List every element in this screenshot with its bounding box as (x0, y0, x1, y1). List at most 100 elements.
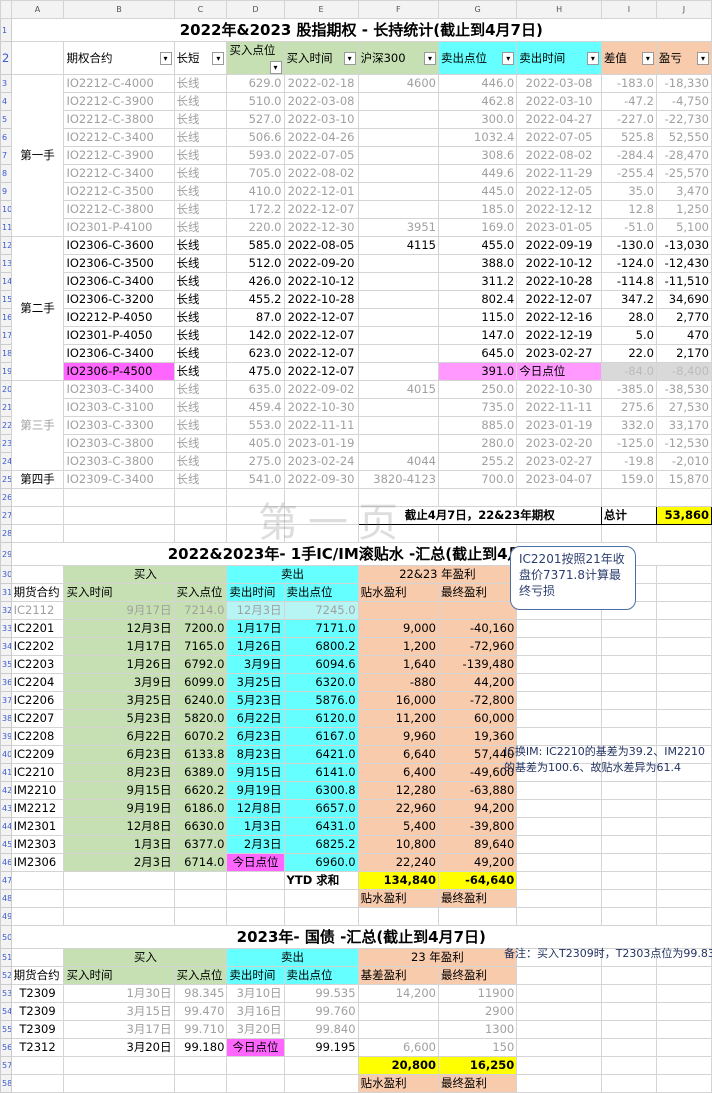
options-cell[interactable]: 527.0 (226, 110, 285, 129)
bond-sum-basis[interactable]: 20,800 (357, 1056, 439, 1075)
empty-cell[interactable] (600, 1056, 657, 1075)
column-header[interactable]: I (600, 0, 657, 19)
row-number[interactable]: 26 (0, 488, 12, 507)
options-cell[interactable]: 2023-04-07 (516, 470, 602, 489)
options-cell[interactable] (357, 164, 439, 183)
futures-cell[interactable]: 6300.8 (283, 781, 359, 800)
row-number[interactable]: 58 (0, 1074, 12, 1093)
empty-cell[interactable] (173, 871, 228, 890)
futures-cell[interactable]: 1月3日 (63, 835, 175, 854)
empty-cell[interactable] (600, 673, 657, 692)
row-number[interactable]: 23 (0, 434, 12, 453)
options-cell[interactable]: IO2303-C-3800 (63, 452, 175, 471)
options-cell[interactable]: 今日点位 (516, 362, 602, 381)
options-cell[interactable] (357, 308, 439, 327)
options-cell[interactable]: 2022-10-12 (283, 272, 359, 291)
row-number[interactable]: 27 (0, 506, 12, 525)
row-number[interactable]: 45 (0, 835, 12, 854)
futures-cell[interactable]: 22,960 (357, 799, 439, 818)
row-number[interactable]: 13 (0, 254, 12, 273)
futures-cell[interactable]: IM2212 (10, 799, 65, 818)
options-cell[interactable]: -11,510 (655, 272, 712, 291)
futures-cell[interactable]: 9,000 (357, 619, 439, 638)
options-cell[interactable]: 长线 (173, 236, 228, 255)
futures-cell[interactable]: 5月23日 (63, 709, 175, 728)
empty-cell[interactable] (655, 488, 712, 507)
futures-cell[interactable]: IC2112 (10, 601, 65, 620)
row-number[interactable]: 32 (0, 601, 12, 620)
empty-cell[interactable] (655, 817, 712, 836)
column-header[interactable]: B (63, 0, 175, 19)
futures-cell[interactable]: 6320.0 (283, 673, 359, 692)
options-cell[interactable]: 2022-10-30 (516, 380, 602, 399)
options-cell[interactable]: 1,250 (655, 200, 712, 219)
empty-cell[interactable] (173, 488, 228, 507)
options-header[interactable]: 沪深300 ▾ (357, 41, 439, 75)
options-cell[interactable]: 长线 (173, 182, 228, 201)
empty-cell[interactable] (283, 907, 359, 926)
bonds-group-buy[interactable]: 买入 (63, 948, 228, 967)
options-cell[interactable]: 2022-08-02 (516, 146, 602, 165)
options-cell[interactable]: 52,550 (655, 128, 712, 147)
options-cell[interactable]: 462.8 (437, 92, 518, 111)
bonds-header[interactable]: 买入时间 (63, 966, 175, 985)
options-cell[interactable]: 22.0 (600, 344, 657, 363)
empty-cell[interactable] (516, 966, 602, 985)
empty-cell[interactable] (173, 1056, 228, 1075)
empty-cell[interactable] (63, 488, 175, 507)
options-cell[interactable]: 2022-10-28 (516, 272, 602, 291)
bonds-cell[interactable]: 6,600 (357, 1038, 439, 1057)
options-cell[interactable]: 405.0 (226, 434, 285, 453)
empty-cell[interactable] (516, 709, 602, 728)
futures-cell[interactable]: -39,800 (437, 817, 518, 836)
options-cell[interactable]: 2023-02-24 (283, 452, 359, 471)
options-cell[interactable] (357, 416, 439, 435)
row-number[interactable]: 40 (0, 745, 12, 764)
options-cell[interactable]: 585.0 (226, 236, 285, 255)
row-number[interactable]: 5 (0, 110, 12, 129)
empty-cell[interactable] (655, 691, 712, 710)
empty-cell[interactable] (655, 637, 712, 656)
row-number[interactable]: 2 (0, 41, 12, 75)
futures-cell[interactable]: 3月25日 (226, 673, 285, 692)
futures-cell[interactable]: 7245.0 (283, 601, 359, 620)
options-cell[interactable]: 28.0 (600, 308, 657, 327)
options-cell[interactable]: -125.0 (600, 434, 657, 453)
row-number[interactable]: 30 (0, 565, 12, 584)
select-all-corner[interactable] (0, 0, 12, 19)
bonds-cell[interactable]: 11900 (437, 984, 518, 1003)
options-cell[interactable]: 2022-09-02 (283, 380, 359, 399)
options-cell[interactable]: 391.0 (437, 362, 518, 381)
empty-cell[interactable] (516, 984, 602, 1003)
empty-cell[interactable] (516, 1074, 602, 1093)
filter-dropdown-icon[interactable]: ▾ (641, 51, 654, 65)
options-cell[interactable] (357, 200, 439, 219)
filter-dropdown-icon[interactable]: ▾ (502, 51, 515, 65)
options-cell[interactable]: -12,430 (655, 254, 712, 273)
empty-cell[interactable] (516, 524, 602, 543)
row-number[interactable]: 11 (0, 218, 12, 237)
options-cell[interactable]: 388.0 (437, 254, 518, 273)
futures-cell[interactable]: 89,640 (437, 835, 518, 854)
futures-cell[interactable]: 16,000 (357, 691, 439, 710)
row-number[interactable]: 34 (0, 637, 12, 656)
options-cell[interactable]: 449.6 (437, 164, 518, 183)
empty-cell[interactable] (226, 871, 285, 890)
options-cell[interactable]: 长线 (173, 164, 228, 183)
column-header[interactable]: F (357, 0, 439, 19)
futures-cell[interactable]: 6月22日 (63, 727, 175, 746)
empty-cell[interactable] (516, 673, 602, 692)
options-cell[interactable]: 308.6 (437, 146, 518, 165)
futures-cell[interactable]: 1,640 (357, 655, 439, 674)
row-number[interactable]: 28 (0, 524, 12, 543)
futures-cell[interactable]: 9月15日 (63, 781, 175, 800)
empty-cell[interactable] (600, 1038, 657, 1057)
empty-cell[interactable] (516, 871, 602, 890)
empty-cell[interactable] (655, 727, 712, 746)
futures-header[interactable]: 买入时间 (63, 583, 175, 602)
options-cell[interactable]: -38,530 (655, 380, 712, 399)
options-cell[interactable]: 15,870 (655, 470, 712, 489)
options-cell[interactable]: 2022-08-05 (283, 236, 359, 255)
options-cell[interactable]: 4044 (357, 452, 439, 471)
futures-cell[interactable]: -72,800 (437, 691, 518, 710)
